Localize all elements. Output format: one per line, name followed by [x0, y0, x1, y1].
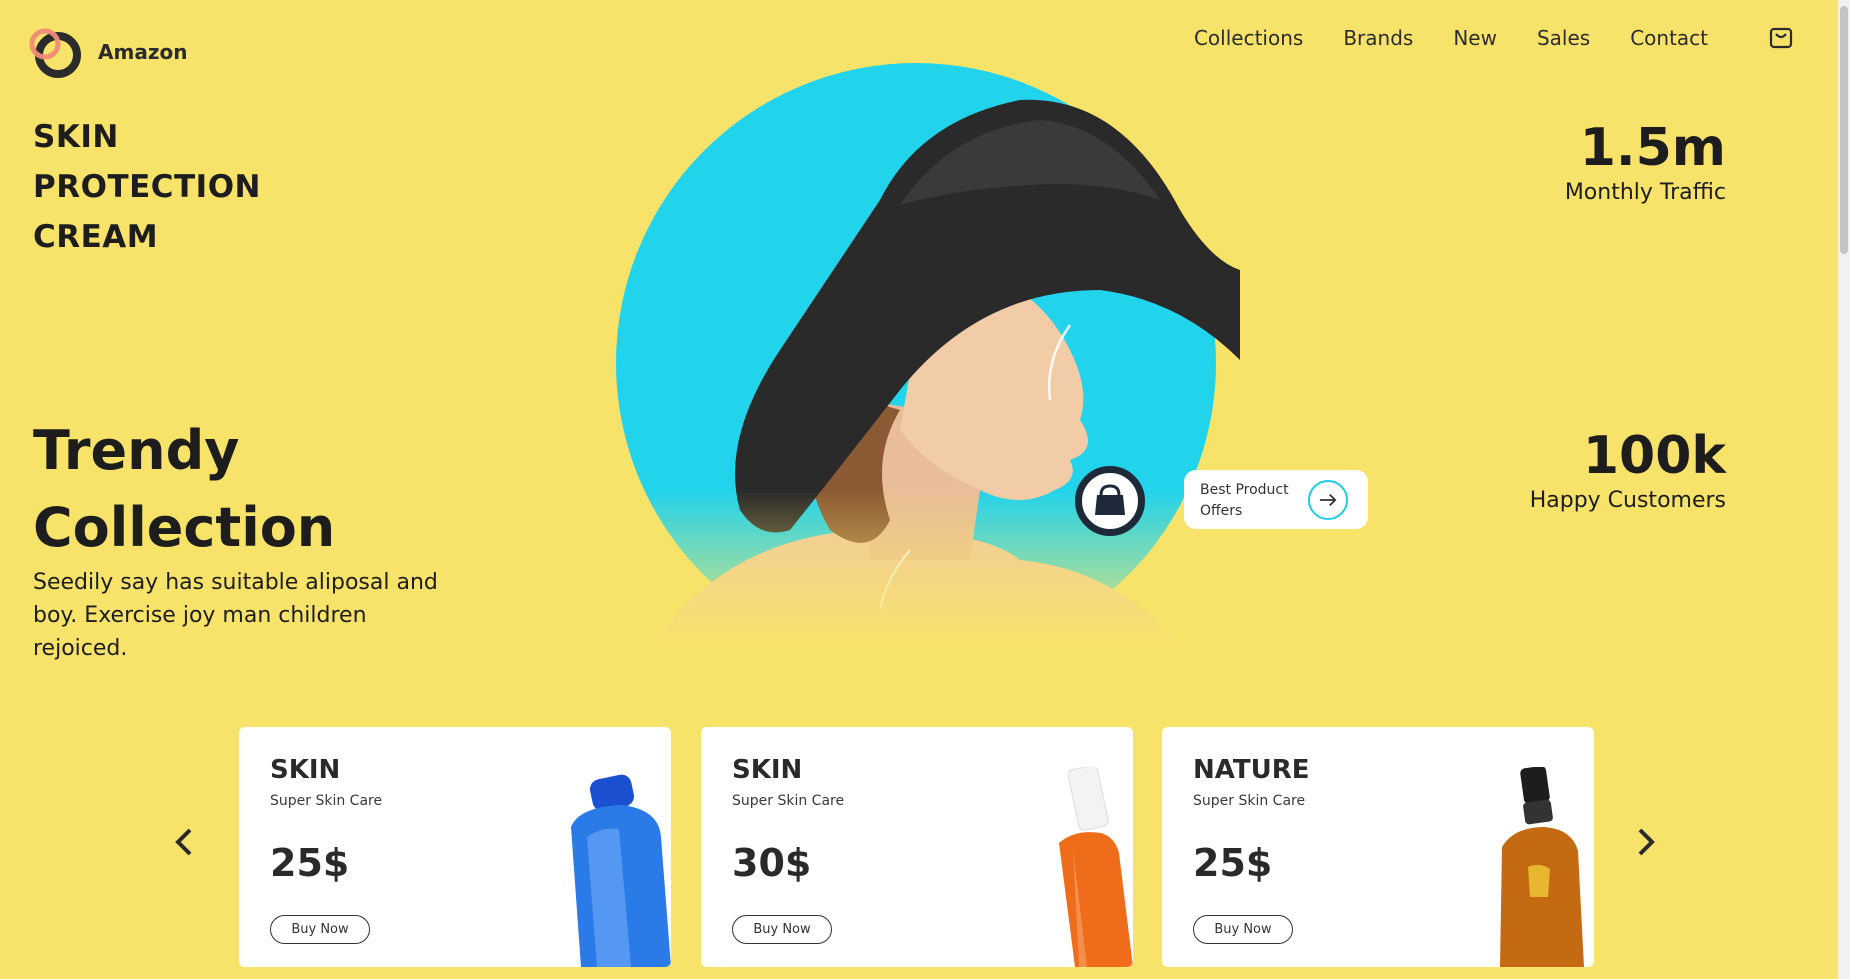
orange-spray-icon: [1059, 767, 1133, 967]
product-price: 25$: [270, 841, 350, 885]
nav-brands[interactable]: Brands: [1343, 26, 1413, 50]
ring-logo-icon[interactable]: [28, 26, 82, 80]
product-category: NATURE: [1193, 755, 1310, 785]
stat-label: Happy Customers: [1529, 488, 1726, 513]
hero-description: Seedily say has suitable aliposal and bo…: [33, 570, 438, 661]
product-card[interactable]: SKIN Super Skin Care 30$ Buy Now: [701, 727, 1133, 967]
hero-model-image: [600, 63, 1240, 650]
buy-now-button[interactable]: Buy Now: [270, 915, 370, 944]
best-offers-card[interactable]: Best Product Offers: [1184, 470, 1368, 529]
trendy-collection-title: Trendy Collection: [33, 419, 336, 559]
chevron-left-icon[interactable]: [170, 824, 200, 860]
shopping-bag-icon[interactable]: [1768, 25, 1794, 51]
stat-happy-customers: 100k Happy Customers: [1530, 426, 1726, 516]
handbag-icon: [1095, 484, 1125, 515]
stat-monthly-traffic: 1.5m Monthly Traffic: [1565, 118, 1726, 208]
stat-value: 1.5m: [1579, 118, 1726, 178]
product-category: SKIN: [732, 755, 803, 785]
product-subtitle: Super Skin Care: [1193, 793, 1306, 809]
nav-sales[interactable]: Sales: [1537, 26, 1590, 50]
page-scrollbar[interactable]: [1838, 0, 1850, 979]
product-price: 30$: [732, 841, 812, 885]
skin-protection-title: SKIN PROTECTION CREAM: [33, 119, 261, 255]
nav-collections[interactable]: Collections: [1194, 26, 1303, 50]
arrow-right-icon[interactable]: [1308, 480, 1348, 520]
product-category: SKIN: [270, 755, 341, 785]
buy-now-button[interactable]: Buy Now: [732, 915, 832, 944]
nav-new[interactable]: New: [1453, 26, 1497, 50]
brand-name[interactable]: Amazon: [98, 40, 187, 64]
best-offers-label: Best Product Offers: [1200, 482, 1289, 519]
blue-bottle-icon: [571, 774, 671, 967]
buy-now-button[interactable]: Buy Now: [1193, 915, 1293, 944]
product-subtitle: Super Skin Care: [270, 793, 383, 809]
product-card[interactable]: NATURE Super Skin Care 25$ Buy Now: [1162, 727, 1594, 967]
shopping-bag-badge[interactable]: [1075, 466, 1145, 536]
amber-spray-icon: [1500, 767, 1584, 967]
chevron-right-icon[interactable]: [1630, 824, 1660, 860]
stat-label: Monthly Traffic: [1564, 180, 1726, 205]
nav-contact[interactable]: Contact: [1630, 26, 1708, 50]
product-card[interactable]: SKIN Super Skin Care 25$ Buy Now: [239, 727, 671, 967]
product-subtitle: Super Skin Care: [732, 793, 845, 809]
main-nav: Collections Brands New Sales Contact: [1194, 26, 1708, 50]
stat-value: 100k: [1582, 426, 1726, 486]
scrollbar-thumb[interactable]: [1840, 6, 1848, 254]
product-price: 25$: [1193, 841, 1273, 885]
